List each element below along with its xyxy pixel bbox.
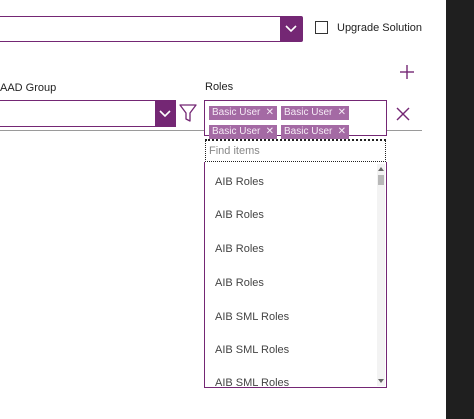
- list-item[interactable]: AIB Roles: [215, 209, 264, 221]
- close-icon[interactable]: ✕: [266, 106, 274, 120]
- close-icon[interactable]: ✕: [266, 125, 274, 139]
- aad-group-dropdown-chevron[interactable]: [155, 101, 175, 126]
- scrollbar-thumb[interactable]: [378, 175, 384, 185]
- solution-dropdown[interactable]: [0, 16, 303, 42]
- list-scrollbar[interactable]: [377, 164, 385, 386]
- filter-button[interactable]: [179, 104, 197, 123]
- find-items-input[interactable]: [206, 141, 385, 161]
- side-panel: [446, 0, 474, 419]
- close-icon[interactable]: ✕: [338, 125, 346, 139]
- list-item[interactable]: AIB Roles: [215, 243, 264, 255]
- scroll-down-icon[interactable]: [377, 378, 385, 384]
- selected-role-tag: Basic User ✕: [281, 106, 349, 120]
- selected-role-tag: Basic User ✕: [209, 106, 277, 120]
- selected-role-tag: Basic User ✕: [209, 125, 277, 139]
- list-item[interactable]: AIB Roles: [215, 176, 264, 188]
- plus-icon: [400, 65, 414, 79]
- tag-label: Basic User: [212, 107, 261, 118]
- list-item[interactable]: AIB SML Roles: [215, 377, 289, 387]
- scroll-up-icon[interactable]: [377, 166, 385, 172]
- close-icon[interactable]: ✕: [338, 106, 346, 120]
- tag-label: Basic User: [284, 126, 333, 137]
- filter-icon: [179, 104, 197, 122]
- roles-label: Roles: [205, 81, 234, 93]
- tag-label: Basic User: [212, 126, 261, 137]
- upgrade-solution-checkbox[interactable]: [315, 21, 328, 34]
- chevron-down-icon: [285, 25, 297, 33]
- chevron-down-icon: [159, 109, 171, 117]
- tag-label: Basic User: [284, 107, 333, 118]
- roles-combobox[interactable]: Basic User ✕ Basic User ✕ Basic User ✕ B…: [204, 100, 387, 139]
- find-items-box: [205, 139, 386, 162]
- solution-dropdown-chevron[interactable]: [280, 17, 302, 41]
- list-item[interactable]: AIB Roles: [215, 277, 264, 289]
- aad-group-dropdown[interactable]: [0, 100, 176, 127]
- aad-group-label: AAD Group: [0, 82, 57, 94]
- add-button[interactable]: [399, 64, 415, 80]
- clear-button[interactable]: [396, 107, 410, 121]
- list-item[interactable]: AIB SML Roles: [215, 311, 289, 323]
- roles-dropdown-list: AIB Roles AIB Roles AIB Roles AIB Roles …: [204, 162, 387, 388]
- close-icon: [396, 107, 410, 121]
- list-item[interactable]: AIB SML Roles: [215, 344, 289, 356]
- upgrade-solution-label: Upgrade Solution: [337, 22, 423, 34]
- selected-role-tag: Basic User ✕: [281, 125, 349, 139]
